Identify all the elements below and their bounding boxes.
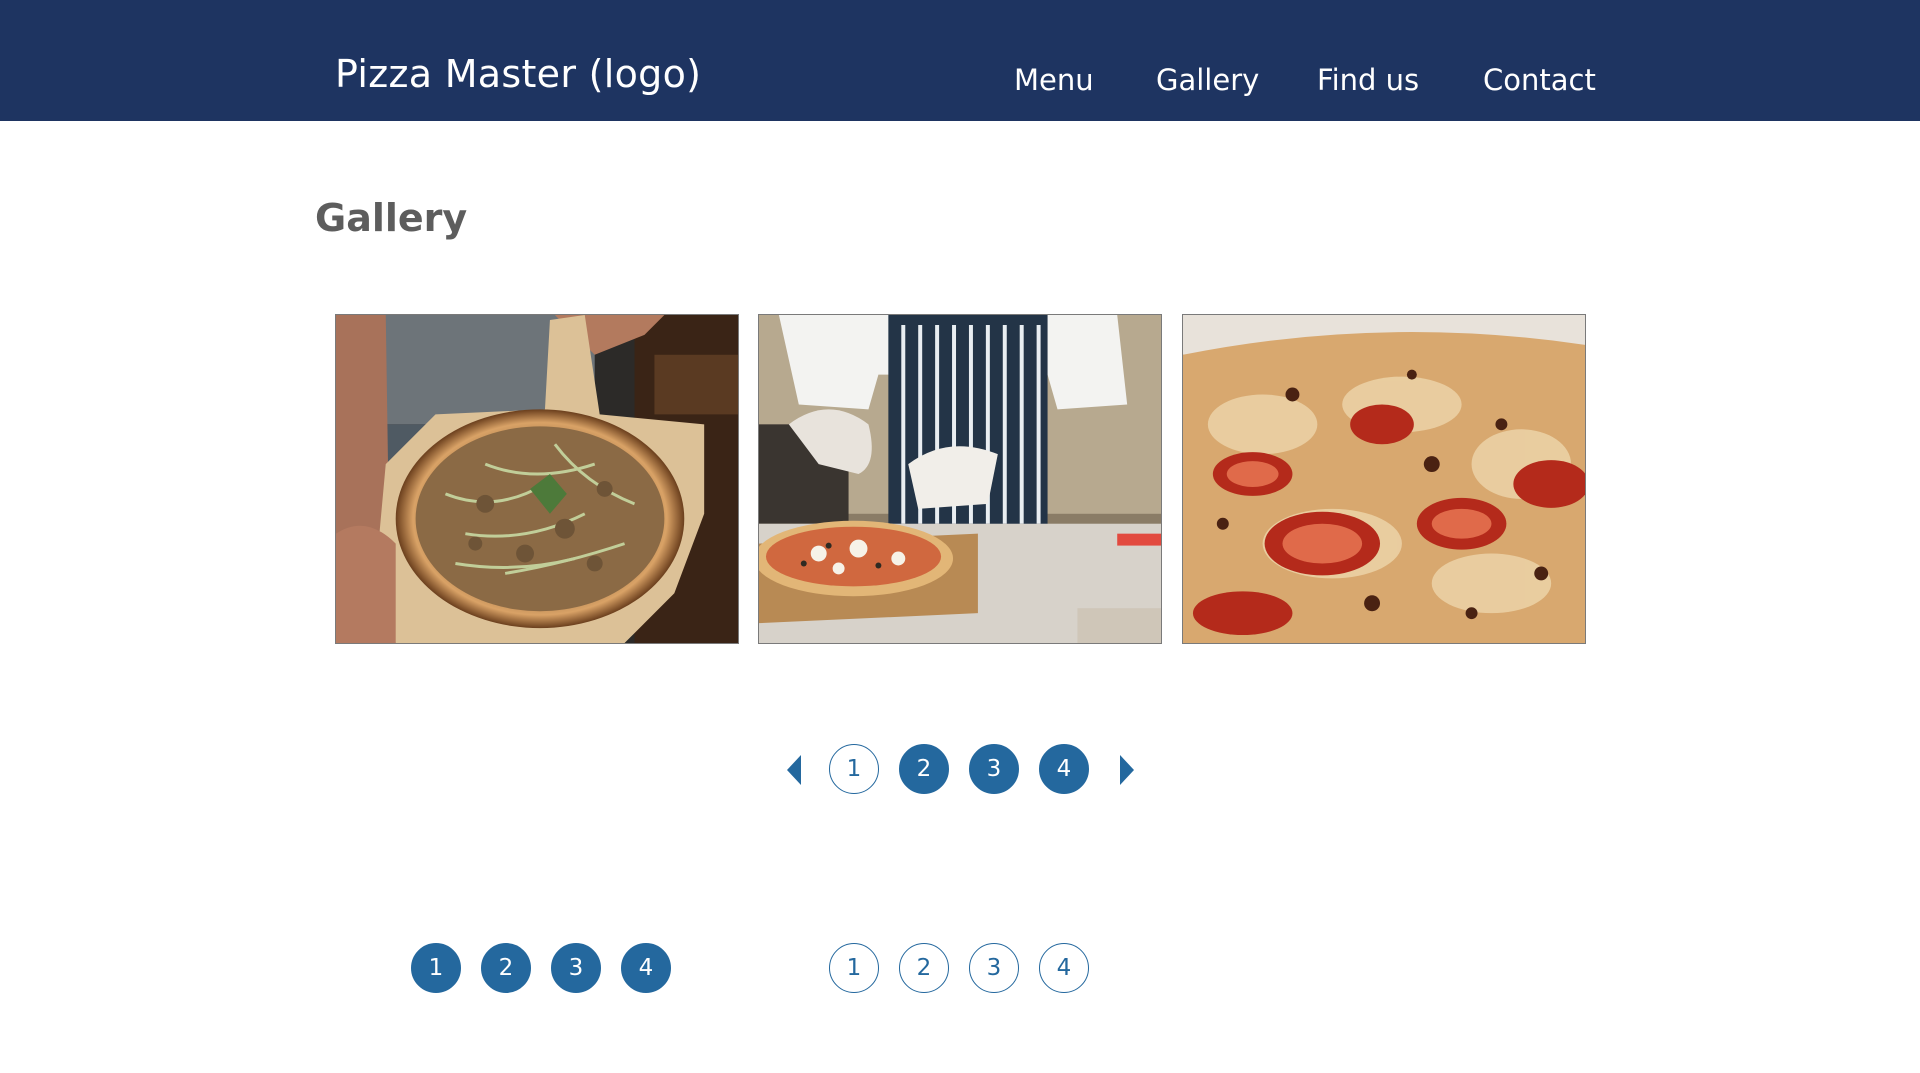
caret-left-icon	[787, 755, 801, 785]
pagination-filled-page-2[interactable]: 2	[481, 943, 531, 993]
gallery-photo-chef[interactable]	[758, 314, 1162, 644]
chef-image	[759, 315, 1161, 643]
caret-right-icon	[1120, 755, 1134, 785]
carousel-prev-button[interactable]	[785, 753, 803, 787]
pagination-outlined-page-4[interactable]: 4	[1039, 943, 1089, 993]
gallery-photo-pizza-peel[interactable]	[335, 314, 739, 644]
pagination-filled-page-3[interactable]: 3	[551, 943, 601, 993]
site-header: Pizza Master (logo) Menu Gallery Find us…	[0, 0, 1920, 121]
nav-item-menu[interactable]: Menu	[1014, 63, 1094, 97]
pizza-peel-image	[336, 315, 738, 643]
nav-item-gallery[interactable]: Gallery	[1156, 63, 1259, 97]
pagination-outlined-page-1[interactable]: 1	[829, 943, 879, 993]
carousel-page-2[interactable]: 2	[899, 744, 949, 794]
gallery-photo-pizza-closeup[interactable]	[1182, 314, 1586, 644]
nav-item-contact[interactable]: Contact	[1483, 63, 1596, 97]
pagination-filled-page-1[interactable]: 1	[411, 943, 461, 993]
pagination-filled-page-4[interactable]: 4	[621, 943, 671, 993]
pizza-closeup-image	[1183, 315, 1585, 643]
nav-item-find-us[interactable]: Find us	[1317, 63, 1419, 97]
carousel-page-3[interactable]: 3	[969, 744, 1019, 794]
page-title: Gallery	[315, 196, 468, 240]
logo[interactable]: Pizza Master (logo)	[335, 52, 701, 96]
pagination-outlined-page-3[interactable]: 3	[969, 943, 1019, 993]
carousel-page-1[interactable]: 1	[829, 744, 879, 794]
carousel-page-4[interactable]: 4	[1039, 744, 1089, 794]
carousel-next-button[interactable]	[1118, 753, 1136, 787]
pagination-outlined-page-2[interactable]: 2	[899, 943, 949, 993]
